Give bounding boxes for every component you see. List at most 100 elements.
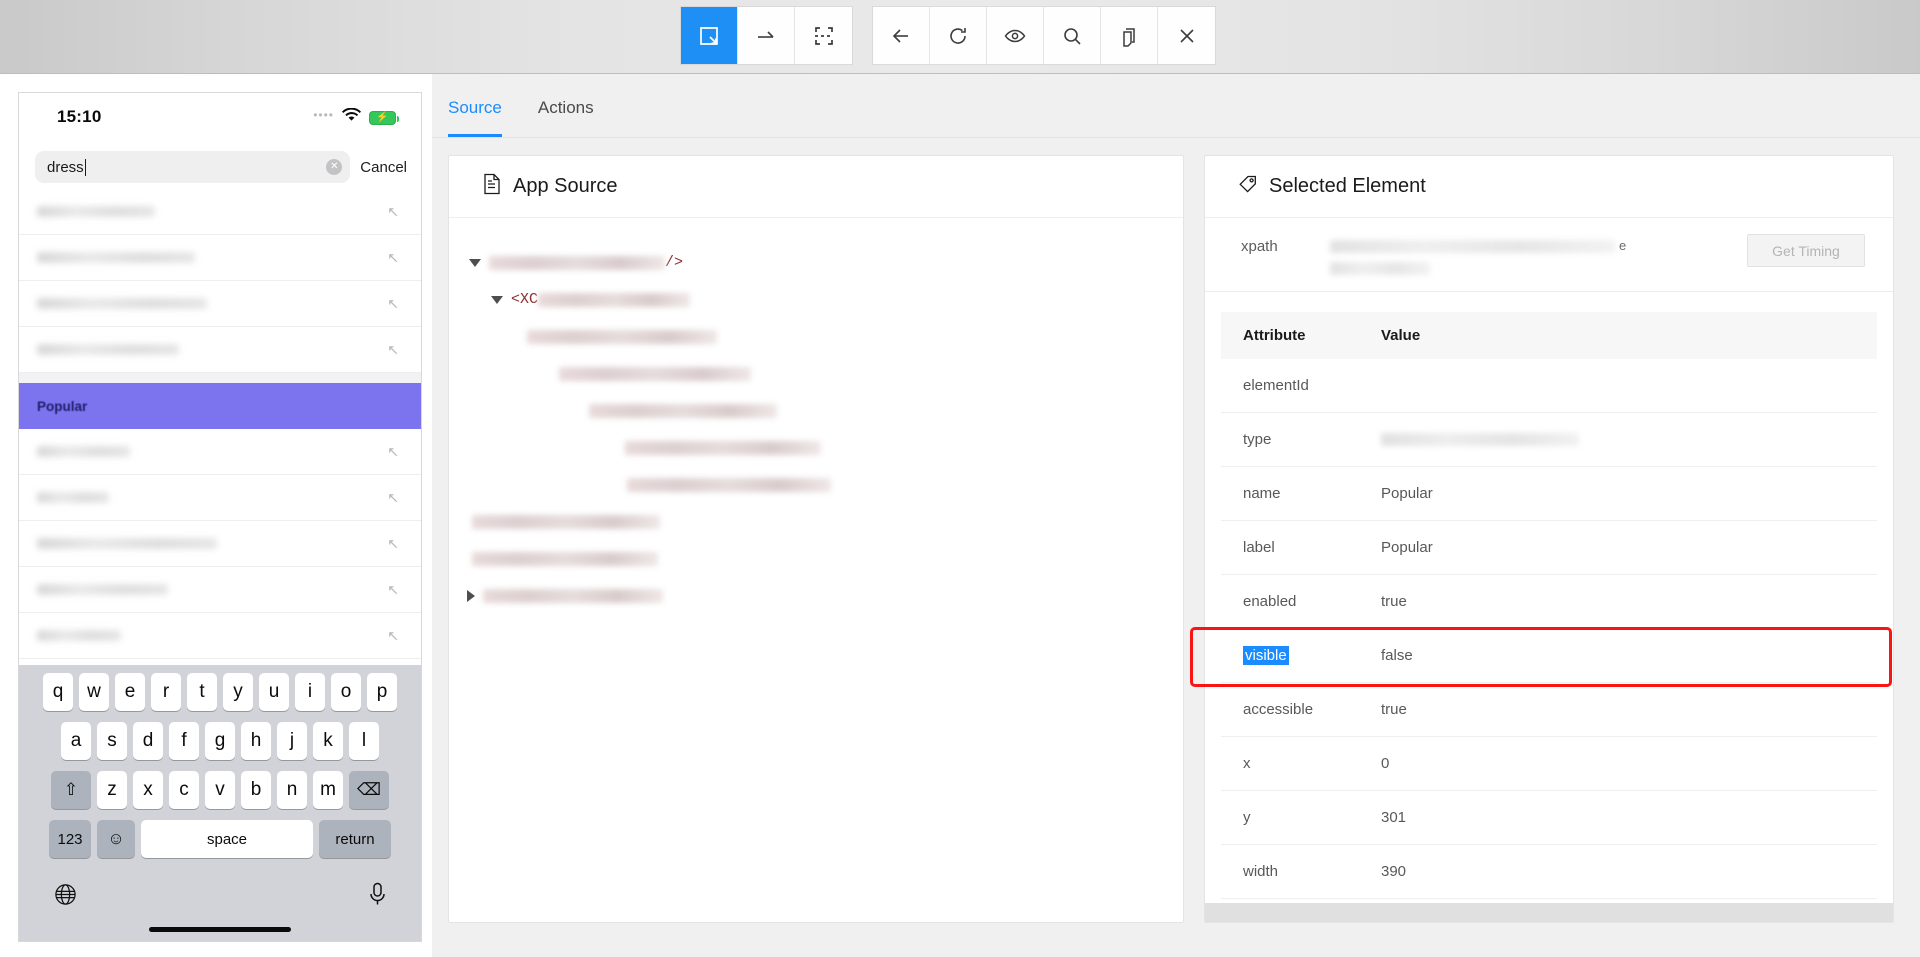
get-timing-button[interactable]: Get Timing [1747, 234, 1865, 267]
cancel-search-button[interactable]: Cancel [360, 159, 409, 176]
key-l[interactable]: l [349, 722, 379, 760]
key-e[interactable]: e [115, 673, 145, 711]
source-tree-node[interactable] [449, 392, 1183, 429]
attribute-value-cell[interactable]: 0 [1381, 755, 1877, 772]
arrow-up-left-icon[interactable]: ↖ [387, 489, 399, 506]
key-s[interactable]: s [97, 722, 127, 760]
list-item[interactable]: ↖ [19, 475, 421, 521]
key-f[interactable]: f [169, 722, 199, 760]
list-item[interactable]: ↖ [19, 327, 421, 373]
select-element-tool[interactable] [681, 7, 738, 64]
refresh-source-button[interactable] [930, 7, 987, 64]
table-row[interactable]: visible false [1221, 629, 1877, 683]
search-input[interactable]: dress ✕ [35, 151, 351, 183]
attribute-name-cell[interactable]: type [1221, 431, 1381, 448]
key-return[interactable]: return [319, 820, 391, 858]
attribute-value-cell[interactable] [1381, 433, 1877, 446]
source-tree-node[interactable]: <XC [449, 281, 1183, 318]
key-b[interactable]: b [241, 771, 271, 809]
microphone-icon[interactable] [368, 882, 387, 913]
arrow-up-left-icon[interactable]: ↖ [387, 535, 399, 552]
key-backspace[interactable]: ⌫ [349, 771, 389, 809]
attribute-name-cell[interactable]: elementId [1221, 377, 1381, 394]
swipe-tool[interactable] [738, 7, 795, 64]
key-c[interactable]: c [169, 771, 199, 809]
attribute-name-cell[interactable]: width [1221, 863, 1381, 880]
tap-by-coordinates-tool[interactable] [795, 7, 852, 64]
list-item[interactable]: ↖ [19, 613, 421, 659]
source-tree-node[interactable] [449, 429, 1183, 466]
key-shift[interactable]: ⇧ [51, 771, 91, 809]
attribute-name-cell[interactable]: name [1221, 485, 1381, 502]
list-item[interactable]: ↖ [19, 429, 421, 475]
source-tree-node[interactable] [449, 540, 1183, 577]
globe-icon[interactable] [53, 882, 78, 913]
toggle-visibility-button[interactable] [987, 7, 1044, 64]
list-item[interactable]: ↖ [19, 189, 421, 235]
key-g[interactable]: g [205, 722, 235, 760]
key-numbers[interactable]: 123 [49, 820, 91, 858]
source-tree-node[interactable] [449, 318, 1183, 355]
key-a[interactable]: a [61, 722, 91, 760]
key-m[interactable]: m [313, 771, 343, 809]
copy-source-button[interactable] [1101, 7, 1158, 64]
list-item[interactable]: ↖ [19, 567, 421, 613]
arrow-up-left-icon[interactable]: ↖ [387, 203, 399, 220]
key-o[interactable]: o [331, 673, 361, 711]
key-j[interactable]: j [277, 722, 307, 760]
attribute-value-cell[interactable]: false [1381, 647, 1877, 664]
arrow-up-left-icon[interactable]: ↖ [387, 443, 399, 460]
arrow-up-left-icon[interactable]: ↖ [387, 581, 399, 598]
source-tree-node[interactable]: /> [449, 244, 1183, 281]
source-tree-node[interactable] [449, 355, 1183, 392]
list-item[interactable]: ↖ [19, 521, 421, 567]
list-item[interactable]: ↖ [19, 235, 421, 281]
attribute-value-cell[interactable]: Popular [1381, 485, 1877, 502]
selected-result-row-popular[interactable]: Popular [19, 383, 421, 429]
key-w[interactable]: w [79, 673, 109, 711]
tab-source[interactable]: Source [448, 98, 502, 137]
search-button[interactable] [1044, 7, 1101, 64]
close-button[interactable] [1158, 7, 1215, 64]
chevron-down-icon[interactable] [469, 258, 481, 267]
table-row[interactable]: width 390 [1221, 845, 1877, 899]
attribute-value-cell[interactable]: 301 [1381, 809, 1877, 826]
attribute-name-cell[interactable]: visible [1221, 646, 1381, 665]
key-n[interactable]: n [277, 771, 307, 809]
arrow-up-left-icon[interactable]: ↖ [387, 295, 399, 312]
source-tree-node[interactable] [449, 577, 1183, 614]
key-y[interactable]: y [223, 673, 253, 711]
key-x[interactable]: x [133, 771, 163, 809]
key-emoji[interactable]: ☺ [97, 820, 135, 858]
table-row[interactable]: label Popular [1221, 521, 1877, 575]
ios-keyboard[interactable]: qwertyuiop asdfghjkl ⇧ z x c v b n m ⌫ 123 ☺ spa… [19, 665, 421, 941]
key-q[interactable]: q [43, 673, 73, 711]
key-i[interactable]: i [295, 673, 325, 711]
key-v[interactable]: v [205, 771, 235, 809]
attribute-value-cell[interactable]: true [1381, 701, 1877, 718]
table-row[interactable]: type [1221, 413, 1877, 467]
attribute-name-cell[interactable]: enabled [1221, 593, 1381, 610]
key-u[interactable]: u [259, 673, 289, 711]
key-t[interactable]: t [187, 673, 217, 711]
clear-search-icon[interactable]: ✕ [326, 159, 343, 175]
attribute-value-cell[interactable]: Popular [1381, 539, 1877, 556]
attribute-name-cell[interactable]: x [1221, 755, 1381, 772]
table-row[interactable]: elementId [1221, 359, 1877, 413]
arrow-up-left-icon[interactable]: ↖ [387, 249, 399, 266]
arrow-up-left-icon[interactable]: ↖ [387, 341, 399, 358]
back-button[interactable] [873, 7, 930, 64]
attribute-name-cell[interactable]: y [1221, 809, 1381, 826]
key-space[interactable]: space [141, 820, 313, 858]
table-row[interactable]: name Popular [1221, 467, 1877, 521]
device-search-row[interactable]: dress ✕ Cancel [19, 145, 421, 189]
chevron-right-icon[interactable] [467, 589, 475, 602]
key-k[interactable]: k [313, 722, 343, 760]
table-row[interactable]: y 301 [1221, 791, 1877, 845]
attribute-value-cell[interactable]: 390 [1381, 863, 1877, 880]
chevron-down-icon[interactable] [491, 295, 503, 304]
source-tree[interactable]: /> <XC [449, 218, 1183, 614]
attribute-value-cell[interactable]: true [1381, 593, 1877, 610]
arrow-up-left-icon[interactable]: ↖ [387, 627, 399, 644]
key-h[interactable]: h [241, 722, 271, 760]
